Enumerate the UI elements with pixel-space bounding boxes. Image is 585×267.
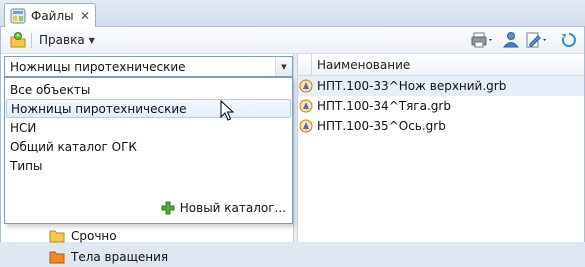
edit-document-button[interactable] (525, 31, 549, 49)
sync-button[interactable] (561, 31, 577, 49)
kompas-file-icon (299, 99, 313, 113)
user-icon (502, 32, 520, 48)
tab-title: Файлы (31, 9, 74, 23)
file-name: НПТ.100-33^Нож верхний.grb (317, 79, 507, 93)
toolbar: Правка ▼ (1, 27, 584, 54)
tab-files[interactable]: Файлы ✕ (4, 3, 96, 28)
catalog-option-ogk[interactable]: Общий каталог ОГК (6, 137, 291, 156)
print-icon (471, 32, 492, 48)
catalog-option-scissors[interactable]: Ножницы пиротехнические (6, 99, 291, 118)
print-button[interactable] (471, 31, 495, 49)
edit-menu-label: Правка (39, 33, 85, 47)
new-catalog-button[interactable]: Новый каталог... (161, 199, 286, 217)
folder-yellow-icon (49, 230, 65, 243)
files-window: Файлы ✕ Правка ▼ Ножницы пиротехнические… (0, 0, 585, 264)
tree-item[interactable]: Срочно (49, 226, 117, 246)
sync-icon (561, 33, 576, 47)
tree-item[interactable]: Тела вращения (49, 247, 168, 267)
tree-item-label: Тела вращения (71, 250, 169, 264)
edit-document-icon (526, 32, 546, 48)
grid-header: Наименование (298, 54, 584, 76)
file-name: НПТ.100-34^Тяга.grb (317, 99, 451, 113)
table-row[interactable]: НПТ.100-34^Тяга.grb (298, 96, 584, 116)
grid-header-corner (298, 54, 312, 76)
files-window-icon (10, 8, 26, 24)
kompas-file-icon (299, 79, 313, 93)
table-row[interactable]: НПТ.100-35^Ось.grb (298, 116, 584, 136)
catalog-option-types[interactable]: Типы (6, 156, 291, 175)
chevron-down-icon: ▼ (88, 35, 95, 45)
catalog-option-nsi[interactable]: НСИ (6, 118, 291, 137)
new-catalog-label: Новый каталог... (179, 201, 286, 215)
edit-menu-button[interactable]: Правка ▼ (39, 31, 95, 49)
files-pane: Правка ▼ Ножницы пиротехнические ▼ Все о… (0, 27, 585, 264)
refresh-folder-button[interactable] (9, 31, 27, 49)
catalog-dropdown-list: Все объекты Ножницы пиротехнические НСИ … (4, 77, 293, 224)
kompas-file-icon (299, 119, 313, 133)
close-icon[interactable]: ✕ (79, 10, 91, 22)
catalog-select[interactable]: Ножницы пиротехнические ▼ (4, 56, 293, 77)
file-grid: Наименование НПТ.100-33^Нож верхний.grb … (298, 54, 584, 242)
mouse-cursor-icon (220, 100, 235, 121)
table-row[interactable]: НПТ.100-33^Нож верхний.grb (298, 76, 584, 96)
file-name: НПТ.100-35^Ось.grb (317, 119, 446, 133)
column-header-name[interactable]: Наименование (317, 58, 410, 72)
catalog-option-all[interactable]: Все объекты (6, 80, 291, 99)
refresh-folder-icon (10, 32, 26, 48)
catalog-panel: Ножницы пиротехнические ▼ Все объекты Но… (1, 54, 293, 264)
chevron-down-icon[interactable]: ▼ (275, 57, 292, 76)
folder-orange-icon (49, 251, 65, 264)
toolbar-separator (31, 33, 32, 48)
plus-icon (161, 201, 175, 215)
catalog-select-value: Ножницы пиротехнические (10, 59, 186, 74)
user-button[interactable] (502, 31, 520, 49)
tree-item-label: Срочно (71, 229, 117, 243)
tab-strip: Файлы ✕ (0, 0, 585, 28)
